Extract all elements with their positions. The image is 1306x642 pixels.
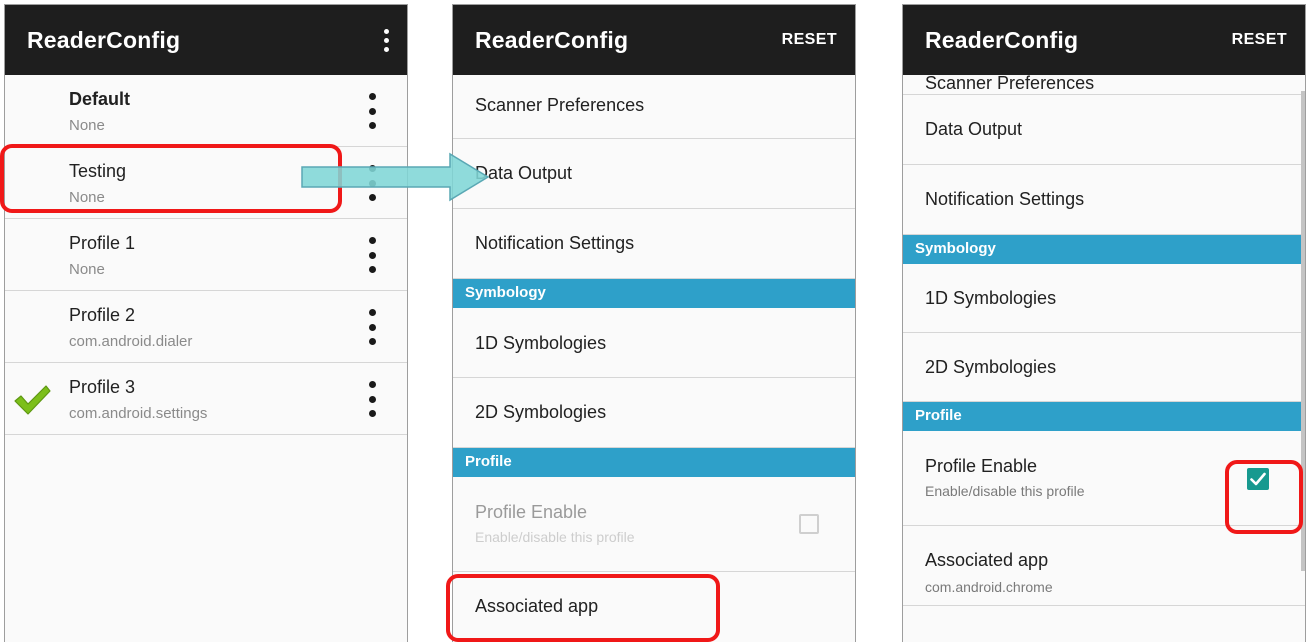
- profile-app: None: [69, 261, 105, 278]
- app-bar: ReaderConfig RESET: [903, 5, 1305, 75]
- associated-app-item[interactable]: Associated app com.android.chrome: [903, 526, 1305, 606]
- section-header-symbology: Symbology: [903, 235, 1305, 264]
- profile-item-default[interactable]: Default None: [5, 75, 407, 147]
- item-summary: Enable/disable this profile: [925, 483, 1085, 499]
- associated-app-item[interactable]: Associated app: [453, 572, 855, 642]
- symbologies-2d-item[interactable]: 2D Symbologies: [453, 378, 855, 448]
- profile-item-profile-2[interactable]: Profile 2 com.android.dialer: [5, 291, 407, 363]
- more-vert-icon[interactable]: [367, 93, 377, 129]
- item-label: Profile Enable: [925, 456, 1038, 476]
- item-label: 1D Symbologies: [475, 333, 607, 353]
- more-vert-icon[interactable]: [367, 237, 377, 273]
- notification-settings-item[interactable]: Notification Settings: [903, 165, 1305, 235]
- profile-name: Profile 1: [69, 233, 136, 253]
- reset-button[interactable]: RESET: [782, 31, 837, 49]
- profile-settings-screen: ReaderConfig RESET Scanner Preferences D…: [452, 4, 856, 642]
- arrow-right-icon: [301, 152, 490, 202]
- profile-name: Testing: [69, 161, 127, 181]
- scanner-preferences-item[interactable]: Scanner Preferences: [453, 75, 855, 139]
- data-output-item[interactable]: Data Output: [903, 95, 1305, 165]
- section-header-profile: Profile: [453, 448, 855, 477]
- profile-name: Default: [69, 89, 131, 109]
- app-bar: ReaderConfig: [5, 5, 407, 75]
- settings-list: Scanner Preferences Data Output Notifica…: [903, 5, 1305, 642]
- profile-app: None: [69, 117, 105, 134]
- app-bar: ReaderConfig RESET: [453, 5, 855, 75]
- symbologies-1d-item[interactable]: 1D Symbologies: [903, 264, 1305, 333]
- scrollbar[interactable]: [1301, 91, 1305, 571]
- more-vert-icon[interactable]: [367, 309, 377, 345]
- profile-list-screen: ReaderConfig Default None Testing None P…: [4, 4, 408, 642]
- item-summary: com.android.chrome: [925, 579, 1053, 595]
- item-label: 2D Symbologies: [925, 357, 1057, 377]
- item-label: 1D Symbologies: [925, 288, 1057, 308]
- profile-app: None: [69, 189, 105, 206]
- checkmark-icon: [14, 385, 51, 415]
- profile-app: com.android.dialer: [69, 333, 193, 350]
- symbologies-2d-item[interactable]: 2D Symbologies: [903, 333, 1305, 402]
- settings-list: Scanner Preferences Data Output Notifica…: [453, 75, 855, 642]
- checkbox-empty-icon[interactable]: [799, 514, 819, 534]
- item-label: Associated app: [475, 596, 599, 616]
- section-header-profile: Profile: [903, 402, 1305, 431]
- checkbox-checked-icon[interactable]: [1247, 468, 1269, 490]
- profile-name: Profile 3: [69, 377, 136, 397]
- app-title: ReaderConfig: [475, 26, 629, 53]
- item-label: Associated app: [925, 550, 1049, 570]
- item-label: Notification Settings: [925, 189, 1085, 209]
- app-title: ReaderConfig: [27, 26, 181, 53]
- profile-enable-item[interactable]: Profile Enable Enable/disable this profi…: [903, 431, 1305, 526]
- more-vert-icon[interactable]: [383, 28, 389, 52]
- item-label: Scanner Preferences: [475, 95, 645, 115]
- section-header-symbology: Symbology: [453, 279, 855, 308]
- more-vert-icon[interactable]: [367, 381, 377, 417]
- item-label: Notification Settings: [475, 233, 635, 253]
- notification-settings-item[interactable]: Notification Settings: [453, 209, 855, 279]
- symbologies-1d-item[interactable]: 1D Symbologies: [453, 308, 855, 378]
- profile-item-profile-3[interactable]: Profile 3 com.android.settings: [5, 363, 407, 435]
- profile-item-profile-1[interactable]: Profile 1 None: [5, 219, 407, 291]
- data-output-item[interactable]: Data Output: [453, 139, 855, 209]
- item-summary: Enable/disable this profile: [475, 529, 635, 545]
- profile-name: Profile 2: [69, 305, 136, 325]
- app-title: ReaderConfig: [925, 26, 1079, 53]
- item-label: Profile Enable: [475, 502, 588, 522]
- item-label: 2D Symbologies: [475, 402, 607, 422]
- profile-settings-scrolled-screen: Scanner Preferences Data Output Notifica…: [902, 4, 1306, 642]
- profile-enable-item[interactable]: Profile Enable Enable/disable this profi…: [453, 477, 855, 572]
- reset-button[interactable]: RESET: [1232, 31, 1287, 49]
- item-label: Scanner Preferences: [925, 73, 1095, 93]
- item-label: Data Output: [925, 119, 1023, 139]
- profile-app: com.android.settings: [69, 405, 208, 422]
